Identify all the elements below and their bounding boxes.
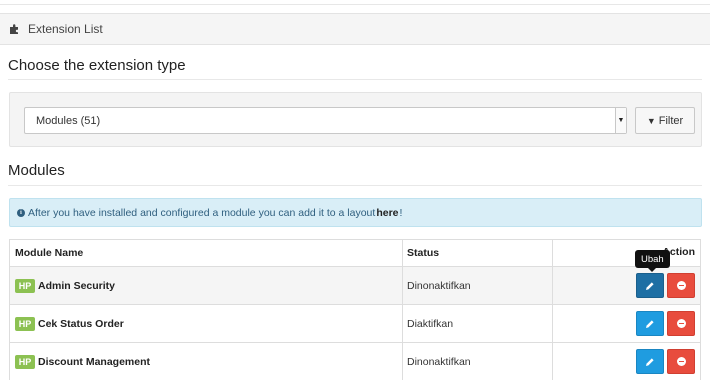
hp-badge: HP [15,278,35,293]
alert-text: After you have installed and configured … [28,206,376,219]
caret-icon: ▼ [615,108,626,133]
select-value: Modules (51) [36,114,101,127]
hp-badge: HP [15,354,35,369]
info-alert: i After you have installed and configure… [9,198,702,227]
column-header-name: Module Name [15,247,84,259]
table-row: HP Discount Management Dinonaktifkan [10,342,700,380]
choose-type-heading: Choose the extension type [8,57,186,74]
info-circle-icon: i [17,208,25,217]
layout-link[interactable]: here [376,207,398,219]
alert-text-end: ! [399,206,403,219]
uninstall-button[interactable] [667,311,695,336]
uninstall-button[interactable] [667,273,695,298]
minus-circle-icon [676,357,686,366]
minus-circle-icon [676,319,686,328]
divider [8,79,702,80]
extension-type-select[interactable]: Modules (51) ▼ [24,107,627,134]
module-status: Dinonaktifkan [407,279,471,292]
modules-heading: Modules [8,162,65,179]
module-name: Cek Status Order [38,317,124,330]
table-row: HP Cek Status Order Diaktifkan [10,304,700,342]
table-row: HP Admin Security Dinonaktifkan [10,266,700,304]
type-filter-well: Modules (51) ▼ ▼ Filter [9,92,702,147]
minus-circle-icon [676,281,686,290]
filter-label: Filter [658,114,684,127]
puzzle-icon [9,23,21,35]
module-status: Dinonaktifkan [407,355,471,368]
uninstall-button[interactable] [667,349,695,374]
divider [8,185,702,186]
top-border [0,0,710,5]
edit-button[interactable] [636,311,664,336]
panel-title: Extension List [28,22,103,36]
module-name: Admin Security [38,279,116,292]
pencil-icon [646,357,654,366]
edit-tooltip: Ubah [635,250,670,272]
table-header-row: Module Name Status Action [10,240,700,266]
filter-button[interactable]: ▼ Filter [635,107,695,134]
module-name: Discount Management [38,355,151,368]
pencil-icon [646,281,654,290]
pencil-icon [646,319,654,328]
panel-heading: Extension List [0,13,710,45]
edit-button[interactable] [636,273,664,298]
modules-table: Module Name Status Action HP Admin Secur… [9,239,701,380]
filter-icon: ▼ [646,115,656,126]
module-status: Diaktifkan [407,317,454,330]
column-header-status: Status [407,247,440,259]
edit-button[interactable] [636,349,664,374]
hp-badge: HP [15,316,35,331]
